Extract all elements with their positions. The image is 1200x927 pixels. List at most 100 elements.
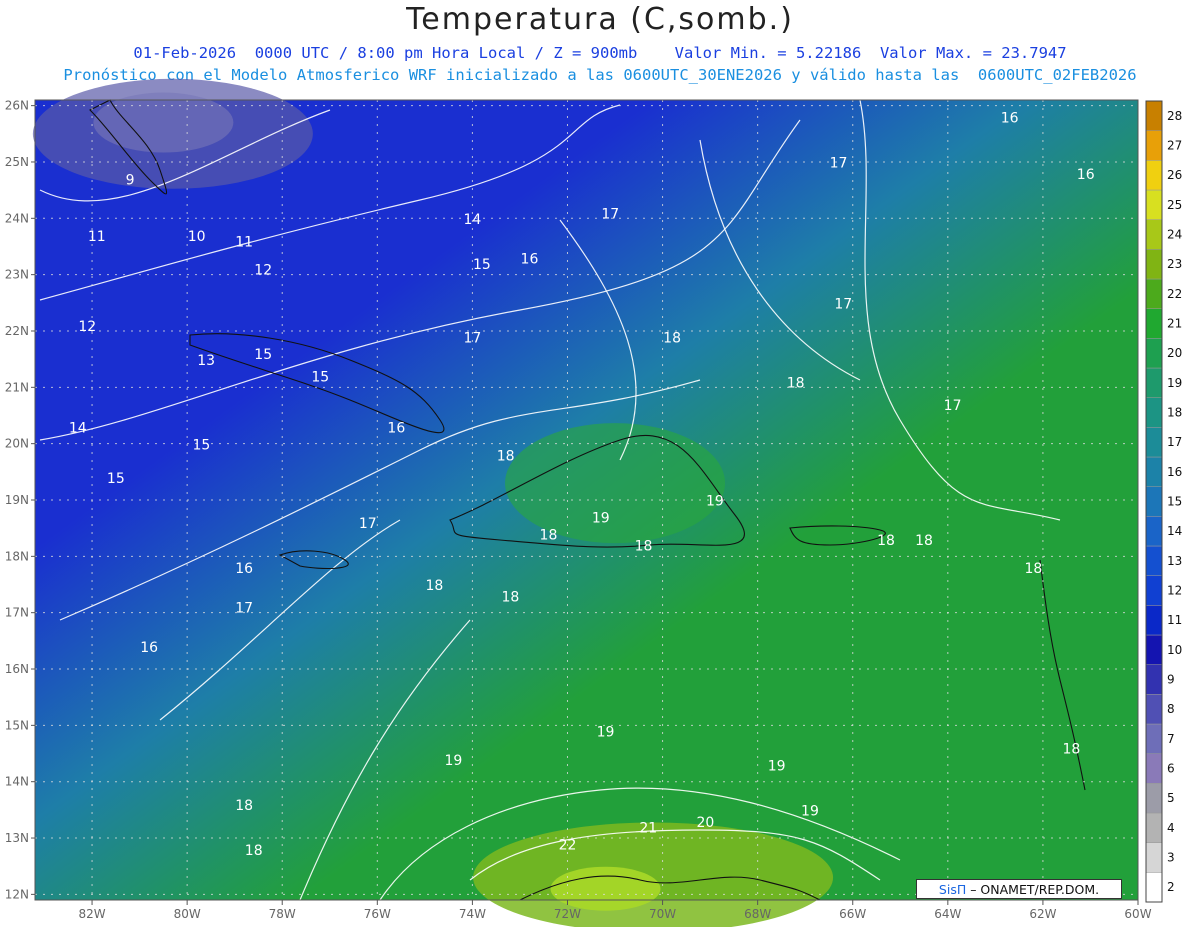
- contour-label: 16: [521, 251, 539, 267]
- x-tick-label: 72W: [554, 907, 581, 921]
- contour-label: 18: [787, 375, 805, 391]
- contour-label: 16: [1077, 167, 1095, 183]
- colorbar-label: 7: [1167, 732, 1175, 746]
- y-tick-label: 15N: [5, 718, 29, 732]
- colorbar-label: 11: [1167, 613, 1182, 627]
- colorbar-swatch: [1145, 753, 1163, 784]
- colorbar-swatch: [1145, 872, 1163, 903]
- y-tick-label: 14N: [5, 775, 29, 789]
- colorbar-swatch: [1145, 812, 1163, 843]
- y-tick-label: 24N: [5, 211, 29, 225]
- colorbar-label: 6: [1167, 762, 1175, 776]
- contour-label: 18: [502, 589, 520, 605]
- y-tick-label: 20N: [5, 437, 29, 451]
- contour-label: 19: [768, 758, 786, 774]
- colorbar-label: 12: [1167, 584, 1182, 598]
- contour-label: 16: [387, 420, 405, 436]
- contour-label: 15: [311, 370, 329, 386]
- y-tick-label: 26N: [5, 99, 29, 113]
- contour-label: 18: [1024, 561, 1042, 577]
- colorbar-swatch: [1145, 605, 1163, 636]
- contour-label: 18: [497, 449, 515, 465]
- colorbar-swatch: [1145, 664, 1163, 695]
- contour-label: 17: [235, 601, 253, 617]
- y-tick-label: 25N: [5, 155, 29, 169]
- colorbar-label: 21: [1167, 317, 1182, 331]
- colorbar-label: 18: [1167, 406, 1182, 420]
- x-tick-label: 80W: [174, 907, 201, 921]
- colorbar-swatch: [1145, 367, 1163, 398]
- x-tick-label: 70W: [649, 907, 676, 921]
- colorbar-label: 8: [1167, 702, 1175, 716]
- contour-label: 17: [830, 156, 848, 172]
- contour-label: 14: [463, 212, 481, 228]
- colorbar-swatch: [1145, 100, 1163, 131]
- contour-label: 18: [1063, 742, 1081, 758]
- colorbar-label: 28: [1167, 109, 1182, 123]
- colorbar-label: 26: [1167, 168, 1182, 182]
- colorbar-label: 22: [1167, 287, 1182, 301]
- y-tick-label: 19N: [5, 493, 29, 507]
- cold-core-inner: [93, 92, 234, 153]
- contour-label: 18: [635, 539, 653, 555]
- colorbar-swatch: [1145, 427, 1163, 458]
- contour-label: 15: [192, 437, 210, 453]
- contour-label: 20: [696, 815, 714, 831]
- contour-label: 12: [254, 263, 272, 279]
- colorbar-label: 24: [1167, 228, 1182, 242]
- colorbar-label: 9: [1167, 673, 1175, 687]
- contour-label: 15: [107, 471, 125, 487]
- colorbar-swatch: [1145, 456, 1163, 487]
- colorbar-label: 17: [1167, 435, 1182, 449]
- contour-label: 18: [235, 798, 253, 814]
- x-tick-label: 62W: [1029, 907, 1056, 921]
- contour-label: 17: [463, 330, 481, 346]
- contour-label: 19: [444, 753, 462, 769]
- hispaniola-warm: [505, 423, 726, 544]
- credit-box: SisΠ – ONAMET/REP.DOM.: [916, 879, 1122, 899]
- contour-label: 22: [559, 837, 577, 853]
- colorbar-swatch: [1145, 723, 1163, 754]
- contour-label: 17: [359, 516, 377, 532]
- y-tick-label: 12N: [5, 887, 29, 901]
- colorbar-label: 10: [1167, 643, 1182, 657]
- contour-label: 18: [877, 533, 895, 549]
- contour-label: 17: [834, 296, 852, 312]
- colorbar-swatch: [1145, 278, 1163, 309]
- x-tick-label: 66W: [839, 907, 866, 921]
- contour-label: 13: [197, 353, 215, 369]
- contour-label: 19: [597, 725, 615, 741]
- colorbar-swatch: [1145, 219, 1163, 250]
- contour-label: 18: [915, 533, 933, 549]
- colorbar-swatch: [1145, 634, 1163, 665]
- contour-label: 21: [639, 820, 657, 836]
- contour-label: 17: [601, 206, 619, 222]
- x-tick-label: 60W: [1124, 907, 1151, 921]
- brand-logo: SisΠ: [938, 882, 967, 897]
- contour-label: 16: [235, 561, 253, 577]
- y-tick-label: 18N: [5, 549, 29, 563]
- colorbar-label: 16: [1167, 465, 1182, 479]
- colorbar-label: 4: [1167, 821, 1175, 835]
- colorbar-swatch: [1145, 338, 1163, 369]
- contour-label: 18: [425, 578, 443, 594]
- y-tick-label: 16N: [5, 662, 29, 676]
- colorbar-swatch: [1145, 694, 1163, 725]
- temperature-map: 82W 80W 78W 76W 74W 72W 70W 68W 66W 64W 62W 60W 26N 2…: [5, 78, 1182, 927]
- colorbar-swatch: [1145, 130, 1163, 161]
- contour-label: 11: [235, 234, 253, 250]
- colorbar-swatch: [1145, 575, 1163, 606]
- colorbar-label: 2: [1167, 880, 1175, 894]
- colorbar-swatch: [1145, 249, 1163, 280]
- contour-label: 11: [88, 229, 106, 245]
- credit-text: – ONAMET/REP.DOM.: [966, 882, 1100, 897]
- colorbar-swatch: [1145, 189, 1163, 220]
- colorbar-swatch: [1145, 308, 1163, 339]
- contour-label: 18: [245, 843, 263, 859]
- contour-label: 15: [254, 347, 272, 363]
- contour-label: 10: [188, 229, 206, 245]
- y-tick-label: 13N: [5, 831, 29, 845]
- colorbar-swatch: [1145, 486, 1163, 517]
- colorbar-label: 13: [1167, 554, 1182, 568]
- contour-label: 16: [140, 640, 158, 656]
